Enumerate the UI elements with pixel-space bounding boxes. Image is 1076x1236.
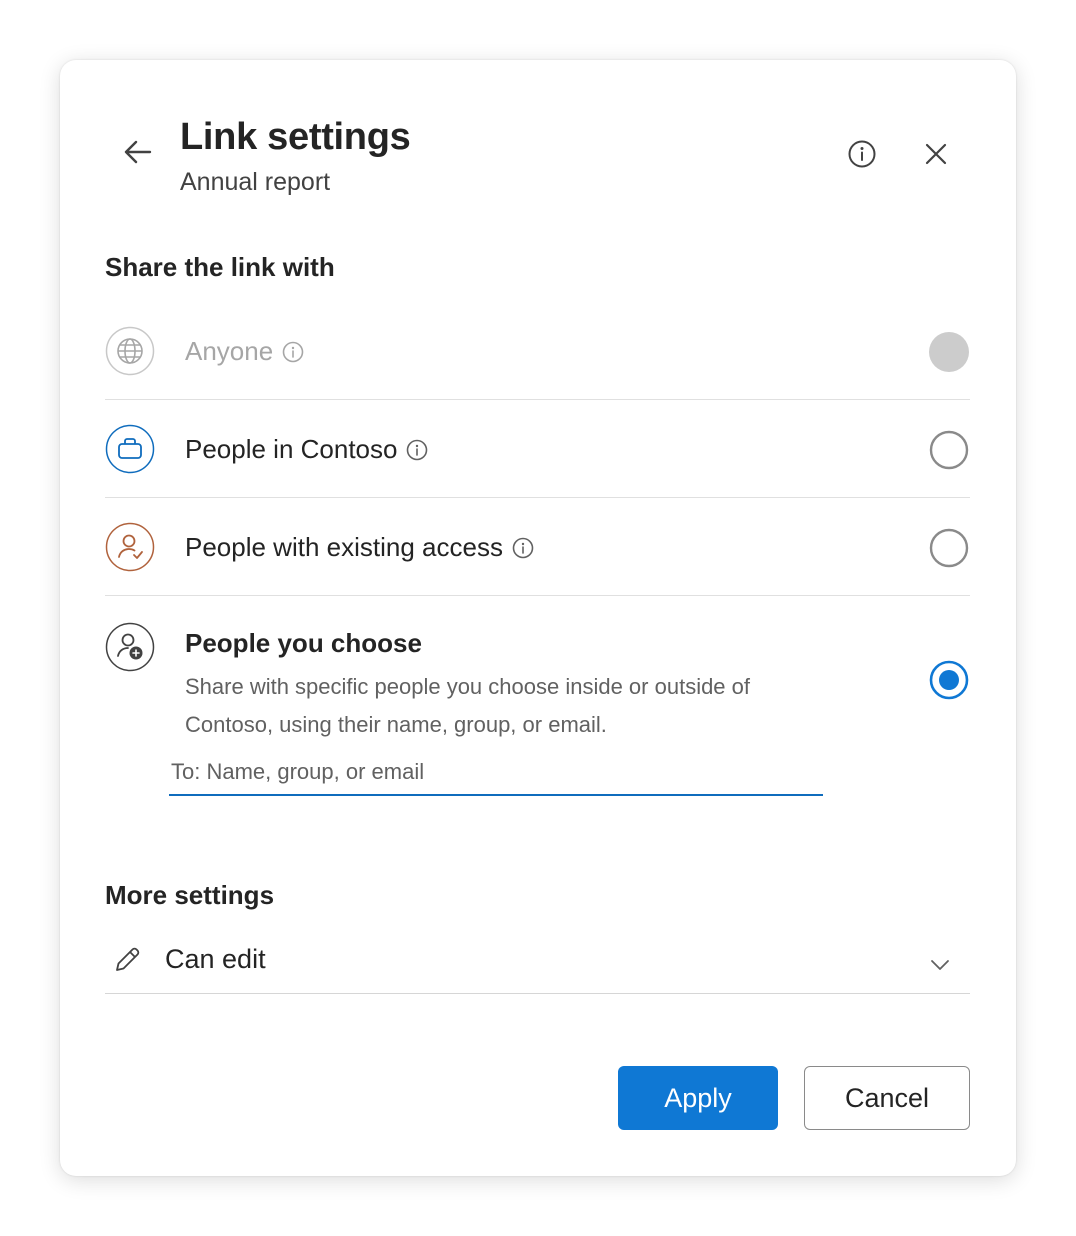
option-anyone: Anyone	[105, 302, 970, 400]
radio-existing-access[interactable]	[929, 528, 969, 568]
to-recipients-input[interactable]	[169, 750, 823, 796]
link-settings-dialog: Link settings Annual report Share the li…	[60, 60, 1016, 1176]
option-choose-label: People you choose	[185, 628, 422, 658]
option-people-you-choose[interactable]: People you choose Share with specific pe…	[105, 596, 970, 826]
option-choose-description: Share with specific people you choose in…	[185, 674, 751, 737]
permission-dropdown[interactable]: Can edit	[105, 932, 970, 994]
option-contoso-label-wrap: People in Contoso	[185, 434, 429, 465]
more-settings-heading: More settings	[105, 880, 275, 910]
info-icon[interactable]	[281, 340, 305, 364]
person-add-icon	[105, 622, 155, 672]
dialog-subtitle: Annual report	[180, 168, 331, 196]
back-arrow-icon[interactable]	[120, 134, 156, 170]
radio-anyone	[929, 332, 969, 372]
divider	[105, 993, 970, 994]
option-existing-label: People with existing access	[185, 532, 503, 562]
option-anyone-label-wrap: Anyone	[185, 336, 305, 367]
option-people-in-contoso[interactable]: People in Contoso	[105, 400, 970, 498]
pencil-icon	[116, 947, 140, 971]
radio-people-you-choose[interactable]	[929, 660, 969, 700]
info-icon[interactable]	[511, 536, 535, 560]
option-existing-access[interactable]: People with existing access	[105, 498, 970, 596]
option-existing-label-wrap: People with existing access	[185, 532, 535, 563]
info-icon[interactable]	[846, 138, 878, 170]
chevron-down-icon	[931, 960, 949, 970]
close-icon[interactable]	[922, 140, 950, 168]
radio-contoso[interactable]	[929, 430, 969, 470]
permission-label: Can edit	[165, 944, 266, 974]
globe-icon	[105, 326, 155, 376]
dialog-title: Link settings	[180, 116, 411, 158]
person-access-icon	[105, 522, 155, 572]
briefcase-icon	[105, 424, 155, 474]
info-icon[interactable]	[405, 438, 429, 462]
apply-button[interactable]: Apply	[618, 1066, 778, 1130]
option-anyone-label: Anyone	[185, 336, 274, 366]
share-heading: Share the link with	[105, 252, 335, 282]
cancel-button[interactable]: Cancel	[804, 1066, 970, 1130]
option-contoso-label: People in Contoso	[185, 434, 398, 464]
